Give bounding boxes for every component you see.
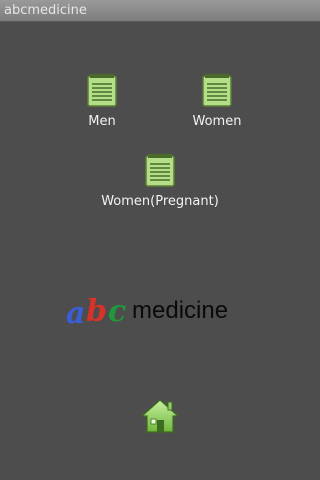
- notepad-icon: [145, 153, 175, 187]
- logo-letter-a: a: [66, 296, 85, 330]
- title-bar: abcmedicine: [0, 0, 320, 22]
- menu-item-label: Women(Pregnant): [101, 194, 219, 209]
- menu-item-label: Men: [88, 114, 116, 129]
- app-title: abcmedicine: [4, 3, 87, 18]
- home-button[interactable]: [140, 398, 180, 434]
- logo-letter-c: c: [108, 294, 126, 329]
- menu-item-label: Women: [192, 114, 242, 129]
- logo-word: medicine: [132, 297, 228, 324]
- home-icon: [140, 399, 180, 433]
- logo-letter-b: b: [86, 294, 107, 329]
- abcmedicine-logo: a b c medicine: [66, 294, 228, 330]
- notepad-icon: [202, 73, 232, 107]
- menu-item-women[interactable]: Women: [172, 72, 262, 129]
- notepad-icon: [87, 73, 117, 107]
- menu-item-men[interactable]: Men: [57, 72, 147, 129]
- menu-item-women-pregnant[interactable]: Women(Pregnant): [90, 152, 230, 209]
